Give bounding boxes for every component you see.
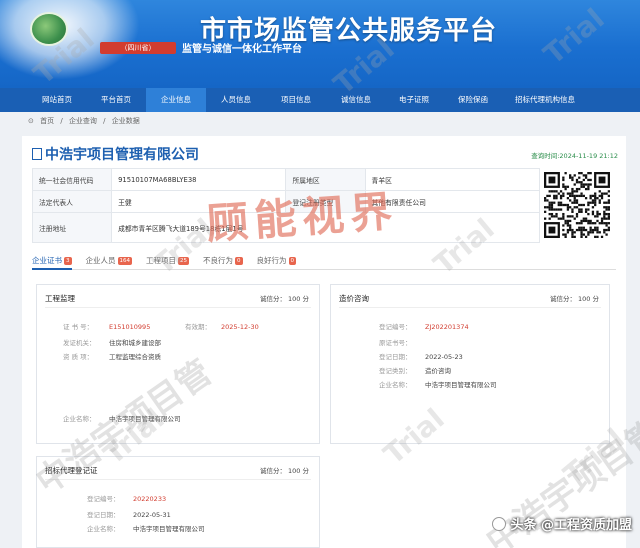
qual-row: 资 质 项： 工程监理综合资质	[63, 351, 161, 361]
query-time: 查询时间:2024-11-19 21:12	[531, 152, 618, 160]
reg-date-value: 2022-05-23	[425, 353, 463, 361]
type-row: 登记类别： 造价咨询	[379, 365, 451, 375]
address-label: 注册地址	[31, 212, 113, 243]
header-glow	[0, 0, 140, 80]
company-label: 企业名称：	[87, 525, 120, 533]
emblem-logo-icon	[30, 12, 68, 46]
reg-no-row: 登记编号： ZJ202201374	[379, 321, 469, 331]
main-nav: 网站首页 平台首页 企业信息 人员信息 项目信息 诚信信息 电子证照 保险保函 …	[0, 88, 640, 112]
province-tag: （四川省）	[100, 42, 176, 54]
issuer-value: 住房和城乡建设部	[109, 339, 161, 347]
credit-score: 诚信分： 100 分	[259, 295, 309, 303]
tab-certificates[interactable]: 企业证书 3	[32, 252, 72, 270]
wechat-icon	[492, 517, 507, 531]
reg-no-label: 登记编号：	[87, 495, 120, 503]
credit-score: 诚信分： 100 分	[259, 467, 309, 475]
breadcrumb-sep: /	[60, 117, 63, 125]
cert-no-value: E151010995	[109, 323, 151, 331]
tab-good-behavior[interactable]: 良好行为 0	[256, 252, 296, 270]
tab-badge: 0	[288, 257, 296, 265]
breadcrumb-sep: /	[103, 117, 106, 125]
company-title: 中浩宇项目管理有限公司	[32, 144, 199, 164]
tab-label: 企业证书	[32, 256, 62, 265]
company-row: 企业名称： 中浩宇项目管理有限公司	[379, 379, 497, 389]
tab-badge: 164	[117, 257, 132, 265]
company-value: 中浩宇项目管理有限公司	[133, 525, 205, 533]
legal-rep-label: 法定代表人	[31, 190, 113, 213]
tab-badge: 0	[235, 257, 243, 265]
tab-bad-behavior[interactable]: 不良行为 0	[203, 252, 243, 270]
breadcrumb-home[interactable]: 首页	[40, 117, 54, 125]
divider	[45, 307, 311, 308]
breadcrumb-enterprise-query[interactable]: 企业查询	[69, 117, 97, 125]
tab-badge: 3	[64, 257, 72, 265]
tab-personnel[interactable]: 企业人员 164	[85, 252, 132, 270]
card-consulting: 造价咨询 诚信分： 100 分 登记编号： ZJ202201374 原证书号： 登…	[330, 284, 610, 444]
qual-value: 工程监理综合资质	[109, 353, 161, 361]
reg-date-row: 登记日期： 2022-05-31	[87, 509, 171, 519]
nav-item-credit[interactable]: 诚信信息	[326, 88, 386, 112]
valid-value: 2025-12-30	[221, 323, 259, 331]
nav-item-bidding-agency[interactable]: 招标代理机构信息	[504, 88, 586, 112]
reg-no-label: 登记编号：	[379, 323, 412, 331]
credit-score: 诚信分： 100 分	[549, 295, 599, 303]
site-header: 市市场监管公共服务平台 （四川省） 监管与诚信一体化工作平台	[0, 0, 640, 88]
company-row: 企业名称： 中浩宇项目管理有限公司	[87, 523, 205, 533]
type-label: 登记类别：	[379, 367, 412, 375]
tab-label: 良好行为	[256, 256, 287, 265]
cert-no-label: 证 书 号：	[63, 323, 94, 331]
issuer-label: 发证机关：	[63, 339, 96, 347]
nav-item-insurance[interactable]: 保险保函	[442, 88, 504, 112]
tab-label: 企业人员	[85, 256, 116, 265]
reg-date-value: 2022-05-31	[133, 511, 171, 519]
card-title: 造价咨询	[339, 294, 369, 303]
tab-label: 不良行为	[203, 256, 233, 265]
valid-label: 有效期：	[185, 323, 211, 331]
nav-item-personnel[interactable]: 人员信息	[206, 88, 266, 112]
nav-item-home[interactable]: 网站首页	[28, 88, 86, 112]
nav-item-projects[interactable]: 项目信息	[266, 88, 326, 112]
qr-code-icon[interactable]	[542, 172, 612, 238]
orig-no-row: 原证书号：	[379, 337, 425, 347]
orig-no-label: 原证书号：	[379, 339, 412, 347]
breadcrumb: ⊙ 首页 / 企业查询 / 企业数据	[28, 116, 144, 126]
brand-label: 头条 @工程资质加盟	[492, 514, 632, 533]
company-name: 中浩宇项目管理有限公司	[45, 147, 199, 163]
company-label: 企业名称：	[379, 381, 412, 389]
divider	[339, 307, 601, 308]
site-subtitle: 监管与诚信一体化工作平台	[182, 44, 302, 55]
nav-item-e-license[interactable]: 电子证照	[386, 88, 442, 112]
cert-no-row: 证 书 号： E151010995	[63, 321, 150, 331]
valid-row: 有效期： 2025-12-30	[185, 321, 259, 331]
reg-date-row: 登记日期： 2022-05-23	[379, 351, 463, 361]
tab-badge: 25	[178, 257, 189, 265]
brand-text: 头条 @工程资质加盟	[510, 518, 632, 533]
nav-item-enterprise[interactable]: 企业信息	[146, 88, 206, 112]
credit-code-label: 统一社会信用代码	[31, 168, 113, 191]
tab-label: 工程项目	[146, 256, 176, 265]
company-tabs: 企业证书 3 企业人员 164 工程项目 25 不良行为 0 良好行为 0	[32, 252, 616, 270]
reg-no-value: ZJ202201374	[425, 323, 469, 331]
reg-date-label: 登记日期：	[87, 511, 120, 519]
tab-projects[interactable]: 工程项目 25	[146, 252, 189, 270]
reg-date-label: 登记日期：	[379, 353, 412, 361]
issuer-row: 发证机关： 住房和城乡建设部	[63, 337, 161, 347]
type-value: 造价咨询	[425, 367, 451, 375]
reg-no-value: 20220233	[133, 495, 167, 503]
breadcrumb-enterprise-data: 企业数据	[111, 117, 140, 125]
card-title: 工程监理	[45, 294, 75, 303]
location-pin-icon: ⊙	[28, 117, 34, 125]
building-icon	[32, 148, 42, 160]
reg-no-row: 登记编号： 20220233	[87, 493, 166, 503]
nav-item-platform-home[interactable]: 平台首页	[86, 88, 146, 112]
qual-label: 资 质 项：	[63, 353, 94, 361]
company-value: 中浩宇项目管理有限公司	[425, 381, 497, 389]
